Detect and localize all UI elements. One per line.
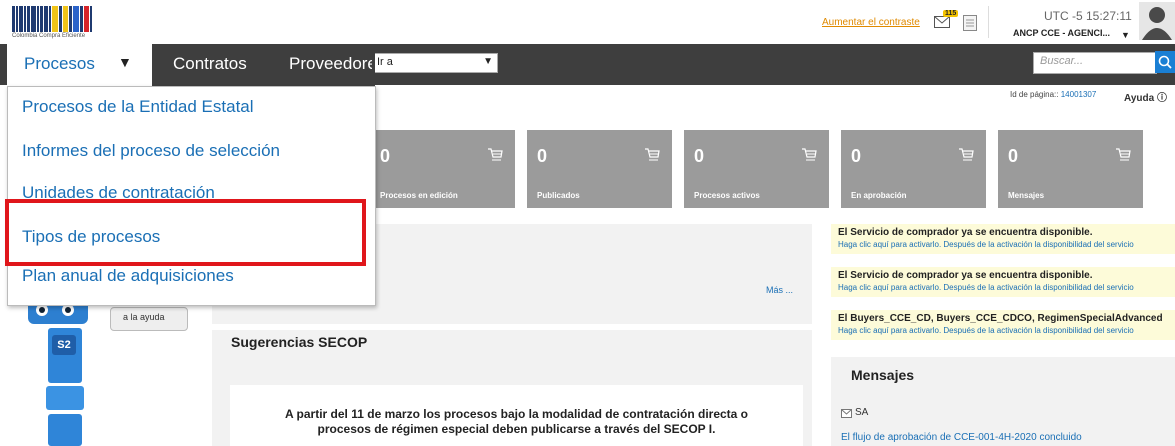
cart-icon [645, 148, 660, 161]
caret-down-icon[interactable]: ▼ [118, 54, 132, 70]
suggestions-text: A partir del 11 de marzo los procesos ba… [230, 407, 803, 437]
notice-item[interactable]: El Servicio de comprador ya se encuentra… [831, 224, 1175, 254]
menu-item-plan-anual-label: Plan anual de adquisiciones [22, 266, 234, 285]
notice-title: El Buyers_CCE_CD, Buyers_CCE_CDCO, Regim… [838, 313, 1163, 324]
header-divider [988, 6, 989, 38]
cart-icon [802, 148, 817, 161]
colombia-compra-logo[interactable]: Colombia Compra Eficiente [12, 6, 122, 39]
page-id-value: 14001307 [1060, 90, 1097, 99]
search-icon[interactable] [1155, 51, 1175, 73]
clock-time: UTC -5 15:27:11 [1044, 9, 1132, 23]
goto-select[interactable]: Ir a ▼ [372, 53, 498, 73]
tile-count: 0 [537, 146, 548, 166]
tile-publicados[interactable]: 0 Publicados [527, 130, 672, 208]
tile-label: Procesos activos [694, 191, 760, 200]
notice-title: El Servicio de comprador ya se encuentra… [838, 227, 1093, 238]
tile-count: 0 [380, 146, 391, 166]
agency-selector[interactable]: ANCP CCE - AGENCI... [1013, 28, 1110, 38]
menu-item-plan-anual[interactable]: Plan anual de adquisiciones [8, 266, 373, 288]
notice-link[interactable]: Haga clic aquí para activarlo. Después d… [838, 283, 1134, 292]
help-label: Ayuda [1124, 93, 1155, 104]
assistant-bubble-text: a la ayuda [123, 312, 165, 322]
tile-procesos-activos[interactable]: 0 Procesos activos [684, 130, 829, 208]
tile-count: 0 [851, 146, 862, 166]
assistant-speech-bubble[interactable]: a la ayuda [110, 307, 188, 331]
cart-icon [1116, 148, 1131, 161]
cart-icon [959, 148, 974, 161]
user-avatar-icon[interactable] [1139, 2, 1175, 40]
tile-count: 0 [694, 146, 705, 166]
message-sender: SA [855, 407, 869, 418]
tile-procesos-en-edicion[interactable]: 0 Procesos en edición [370, 130, 515, 208]
message-link[interactable]: El flujo de aprobación de CCE-001-4H-202… [841, 432, 1082, 443]
caret-down-icon: ▼ [483, 56, 493, 67]
suggestions-title: Sugerencias SECOP [231, 334, 368, 350]
messages-title: Mensajes [851, 367, 915, 383]
help-link[interactable]: Ayuda ⓘ [1124, 89, 1167, 104]
more-link[interactable]: Más ... [766, 285, 793, 295]
mail-count-badge: 115 [943, 10, 959, 17]
tile-count: 0 [1008, 146, 1019, 166]
logo-barcode [12, 6, 122, 32]
menu-item-procesos-entidad[interactable]: Procesos de la Entidad Estatal [22, 97, 254, 117]
tile-label: Publicados [537, 191, 580, 200]
notice-title: El Servicio de comprador ya se encuentra… [838, 270, 1093, 281]
logo-text: Colombia Compra Eficiente [12, 33, 86, 39]
page-id: Id de página:: 14001307 [1010, 90, 1096, 99]
tile-label: Mensajes [1008, 191, 1045, 200]
tile-en-aprobacion[interactable]: 0 En aprobación [841, 130, 986, 208]
tab-procesos-label[interactable]: Procesos [24, 54, 95, 74]
increase-contrast-link[interactable]: Aumentar el contraste [822, 17, 920, 28]
suggestions-line-1: A partir del 11 de marzo los procesos ba… [284, 407, 748, 421]
cart-icon [488, 148, 503, 161]
goto-select-label: Ir a [377, 56, 393, 68]
tab-proveedores[interactable]: Proveedores [289, 54, 372, 74]
menu-item-informes[interactable]: Informes del proceso de selección [22, 141, 280, 161]
page-id-label: Id de página:: [1010, 90, 1059, 99]
notice-item[interactable]: El Servicio de comprador ya se encuentra… [831, 267, 1175, 297]
search-placeholder: Buscar... [1040, 55, 1083, 67]
highlight-box [5, 199, 366, 266]
help-icon: ⓘ [1156, 93, 1167, 104]
tile-label: Procesos en edición [380, 191, 458, 200]
notice-link[interactable]: Haga clic aquí para activarlo. Después d… [838, 326, 1134, 335]
caret-down-icon[interactable]: ▼ [1121, 30, 1130, 40]
tile-label: En aprobación [851, 191, 907, 200]
suggestions-line-2: procesos de régimen especial deben publi… [317, 422, 716, 436]
mail-icon[interactable] [934, 16, 950, 28]
notice-item[interactable]: El Buyers_CCE_CD, Buyers_CCE_CDCO, Regim… [831, 310, 1175, 340]
envelope-icon [841, 409, 852, 418]
tile-mensajes[interactable]: 0 Mensajes [998, 130, 1143, 208]
top-header [0, 0, 1175, 45]
assistant-badge: S2 [52, 335, 76, 355]
assistant-robot-icon[interactable] [22, 300, 100, 446]
notice-link[interactable]: Haga clic aquí para activarlo. Después d… [838, 240, 1134, 249]
tab-contratos[interactable]: Contratos [173, 54, 247, 74]
document-icon[interactable] [963, 15, 977, 31]
